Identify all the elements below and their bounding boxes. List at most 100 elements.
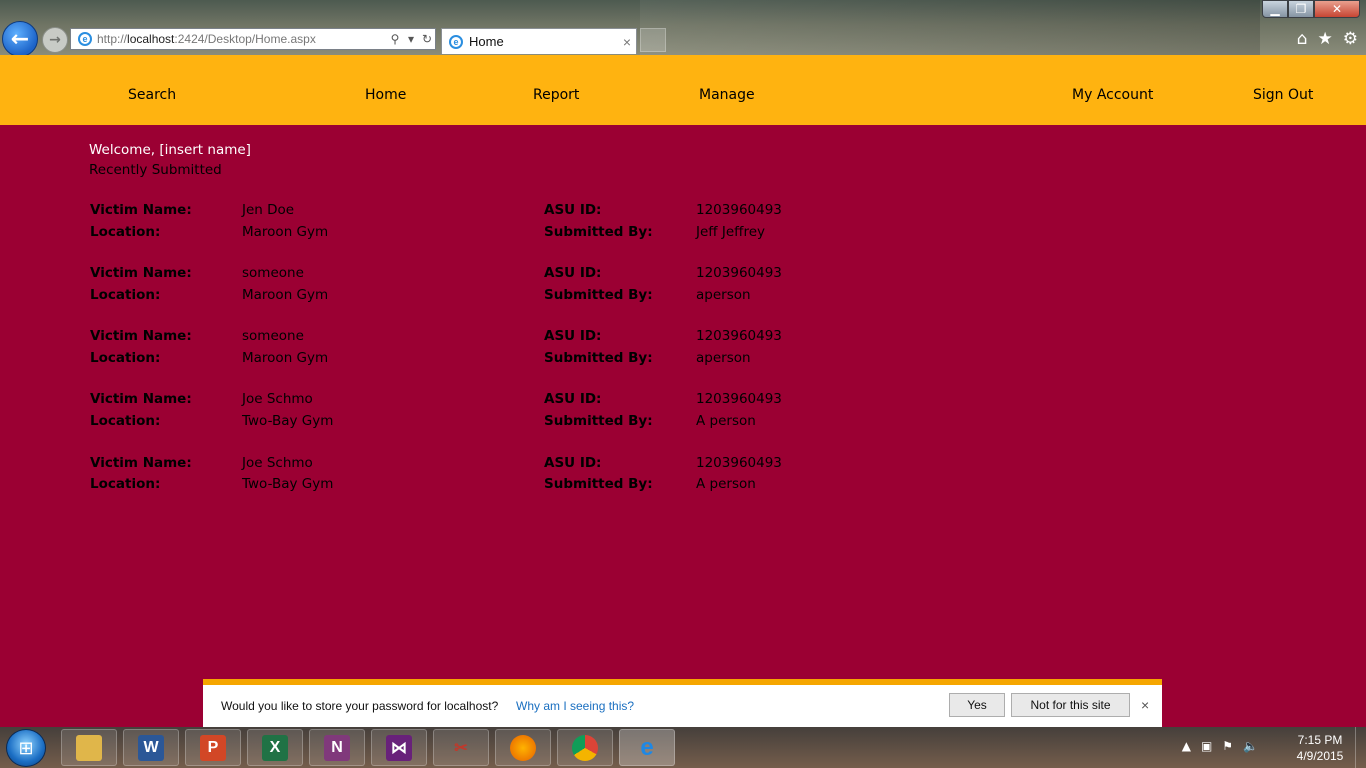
folder-icon <box>76 734 102 761</box>
ie-tab-icon: e <box>449 34 463 49</box>
nav-report[interactable]: Report <box>533 87 579 103</box>
onenote-icon: N <box>324 734 350 761</box>
victim-label: Victim Name: <box>90 455 192 471</box>
back-button[interactable]: ← <box>2 21 38 57</box>
password-notification-bar: Would you like to store your password fo… <box>203 679 1162 727</box>
victim-label: Victim Name: <box>90 202 192 218</box>
nav-search[interactable]: Search <box>128 87 176 103</box>
submitted-by-value: aperson <box>696 287 751 303</box>
chrome-icon <box>572 734 598 761</box>
location-label: Location: <box>90 287 161 303</box>
asu-id-label: ASU ID: <box>544 391 602 407</box>
record-item: Victim Name: someone ASU ID: 1203960493 … <box>0 265 1366 309</box>
tab-close-icon[interactable]: × <box>618 34 636 50</box>
refresh-icon[interactable]: ↻ <box>419 32 435 46</box>
taskbar-clock[interactable]: 7:15 PM 4/9/2015 <box>1280 732 1360 764</box>
show-hidden-icons-icon[interactable]: ▲ <box>1182 739 1191 753</box>
welcome-message: Welcome, [insert name] <box>89 142 251 158</box>
show-desktop-button[interactable] <box>1355 727 1366 768</box>
visual-studio-icon: ⋈ <box>386 734 412 761</box>
victim-label: Victim Name: <box>90 328 192 344</box>
nav-sign-out[interactable]: Sign Out <box>1253 87 1313 103</box>
maximize-button[interactable]: ❐ <box>1288 0 1314 18</box>
taskbar-visual-studio[interactable]: ⋈ <box>371 729 427 766</box>
close-window-button[interactable]: ✕ <box>1314 0 1360 18</box>
victim-label: Victim Name: <box>90 391 192 407</box>
volume-icon[interactable]: 🔈 <box>1243 739 1258 753</box>
clock-date: 4/9/2015 <box>1296 749 1344 763</box>
taskbar-chrome[interactable] <box>557 729 613 766</box>
excel-icon: X <box>262 734 288 761</box>
submitted-by-value: Jeff Jeffrey <box>696 224 766 240</box>
taskbar-snipping-tool[interactable]: ✂ <box>433 729 489 766</box>
not-for-this-site-button[interactable]: Not for this site <box>1011 693 1130 717</box>
url-path: :2424/Desktop/Home.aspx <box>174 32 316 46</box>
clock-time: 7:15 PM <box>1297 733 1343 747</box>
recent-heading: Recently Submitted <box>89 162 222 178</box>
location-value: Maroon Gym <box>242 287 329 303</box>
victim-label: Victim Name: <box>90 265 192 281</box>
tab-home[interactable]: e Home × <box>441 28 637 54</box>
asu-id-label: ASU ID: <box>544 328 602 344</box>
search-icon[interactable]: ⚲ <box>387 32 403 46</box>
submitted-by-label: Submitted By: <box>544 287 653 303</box>
window-controls: ▁ ❐ ✕ <box>1262 0 1360 18</box>
taskbar-file-explorer[interactable] <box>61 729 117 766</box>
taskbar-excel[interactable]: X <box>247 729 303 766</box>
ie-page-icon: e <box>78 32 92 46</box>
submitted-by-value: A person <box>696 476 756 492</box>
taskbar-internet-explorer[interactable]: e <box>619 729 675 766</box>
home-icon[interactable]: ⌂ <box>1297 29 1308 49</box>
asu-id-value: 1203960493 <box>696 455 782 471</box>
arrow-right-icon: → <box>49 32 61 48</box>
nav-manage[interactable]: Manage <box>699 87 755 103</box>
windows-logo-icon: ⊞ <box>18 737 34 759</box>
submitted-by-value: aperson <box>696 350 751 366</box>
forward-button[interactable]: → <box>42 27 68 53</box>
location-label: Location: <box>90 476 161 492</box>
password-question: Would you like to store your password fo… <box>221 699 499 713</box>
network-icon[interactable]: ▣ <box>1201 739 1212 753</box>
scissors-icon: ✂ <box>454 739 468 757</box>
chrome-background <box>640 0 1260 55</box>
start-button[interactable]: ⊞ <box>6 729 46 767</box>
submitted-by-label: Submitted By: <box>544 350 653 366</box>
minimize-button[interactable]: ▁ <box>1262 0 1288 18</box>
victim-value: Joe Schmo <box>242 455 313 471</box>
location-value: Two-Bay Gym <box>242 413 334 429</box>
submitted-by-label: Submitted By: <box>544 413 653 429</box>
victim-value: someone <box>242 328 304 344</box>
asu-id-label: ASU ID: <box>544 202 602 218</box>
favorites-star-icon[interactable]: ★ <box>1318 29 1333 49</box>
taskbar-powerpoint[interactable]: P <box>185 729 241 766</box>
asu-id-value: 1203960493 <box>696 391 782 407</box>
close-icon[interactable]: × <box>1141 697 1149 713</box>
action-center-flag-icon[interactable]: ⚑ <box>1222 739 1233 753</box>
nav-my-account[interactable]: My Account <box>1072 87 1153 103</box>
location-label: Location: <box>90 413 161 429</box>
address-bar[interactable]: e http://localhost:2424/Desktop/Home.asp… <box>70 28 436 50</box>
submitted-by-label: Submitted By: <box>544 224 653 240</box>
record-item: Victim Name: Jen Doe ASU ID: 1203960493 … <box>0 202 1366 246</box>
taskbar-word[interactable]: W <box>123 729 179 766</box>
submitted-by-value: A person <box>696 413 756 429</box>
dropdown-arrow-icon[interactable]: ▾ <box>403 32 419 46</box>
gear-icon[interactable]: ⚙ <box>1343 29 1358 49</box>
asu-id-label: ASU ID: <box>544 455 602 471</box>
taskbar-onenote[interactable]: N <box>309 729 365 766</box>
yes-button[interactable]: Yes <box>949 693 1005 717</box>
site-nav-bar: Search Home Report Manage My Account Sig… <box>0 55 1366 125</box>
browser-chrome: ← → e http://localhost:2424/Desktop/Home… <box>0 0 1366 57</box>
powerpoint-icon: P <box>200 734 226 761</box>
location-value: Maroon Gym <box>242 224 329 240</box>
submitted-by-label: Submitted By: <box>544 476 653 492</box>
why-link[interactable]: Why am I seeing this? <box>516 699 634 713</box>
location-label: Location: <box>90 224 161 240</box>
system-tray: ▲ ▣ ⚑ 🔈 <box>1182 739 1258 753</box>
new-tab-button[interactable] <box>640 28 666 52</box>
url-host: localhost <box>127 32 175 46</box>
asu-id-value: 1203960493 <box>696 328 782 344</box>
address-url[interactable]: http://localhost:2424/Desktop/Home.aspx <box>97 32 387 46</box>
taskbar-firefox[interactable] <box>495 729 551 766</box>
nav-home[interactable]: Home <box>365 87 406 103</box>
